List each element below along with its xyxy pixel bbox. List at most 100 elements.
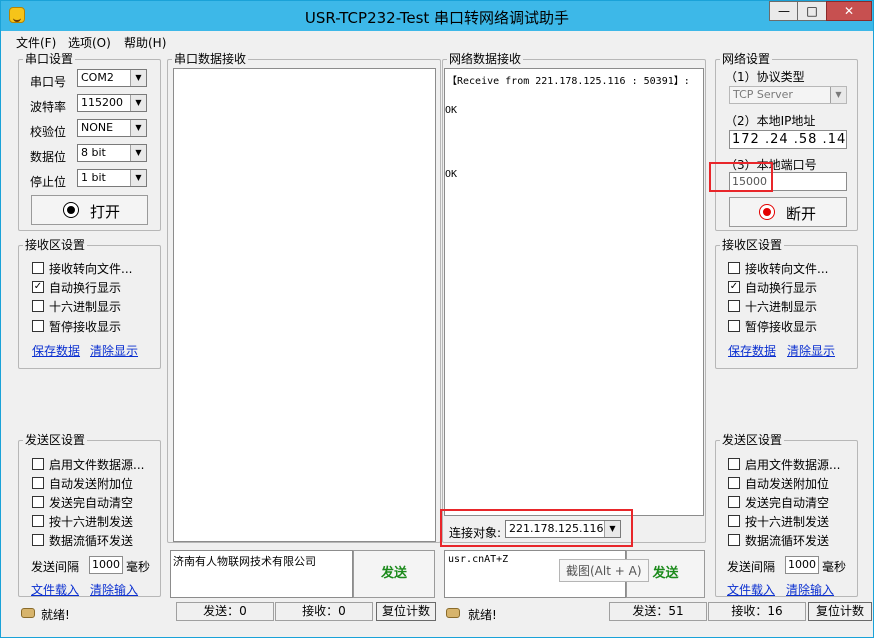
parity-label: 校验位	[30, 125, 67, 139]
left-recv-legend: 接收区设置	[25, 238, 86, 252]
parity-select[interactable]: NONE ▼	[77, 119, 147, 137]
left-load-file-link[interactable]: 文件载入	[31, 581, 79, 598]
left-hex-display-checkbox[interactable]	[32, 300, 44, 312]
serial-recv-legend: 串口数据接收	[174, 52, 247, 66]
right-pause-recv-label: 暂停接收显示	[745, 320, 818, 334]
chevron-down-icon: ▼	[130, 145, 146, 161]
right-recv-to-file-label: 接收转向文件...	[745, 262, 829, 276]
left-hex-display-label: 十六进制显示	[49, 300, 122, 314]
left-hex-send-checkbox[interactable]	[32, 515, 44, 527]
baud-rate-label: 波特率	[30, 100, 67, 114]
right-interval-input[interactable]: 1000	[785, 556, 819, 574]
right-hex-display-checkbox[interactable]	[728, 300, 740, 312]
right-loop-send-checkbox[interactable]	[728, 534, 740, 546]
net-recv-line: 【Receive from 221.178.125.116 : 50391】:	[447, 76, 690, 87]
data-bits-select[interactable]: 8 bit ▼	[77, 144, 147, 162]
left-recv-to-file-label: 接收转向文件...	[49, 262, 133, 276]
left-file-source-checkbox[interactable]	[32, 458, 44, 470]
left-auto-append-label: 自动发送附加位	[49, 477, 134, 491]
right-auto-wrap-checkbox[interactable]: ✓	[728, 281, 740, 293]
left-hex-send-label: 按十六进制发送	[49, 515, 134, 529]
right-reset-count-button[interactable]: 复位计数	[808, 602, 872, 621]
right-sent-count: 发送：51	[609, 602, 707, 621]
left-reset-count-button[interactable]: 复位计数	[376, 602, 436, 621]
serial-port-label: 串口号	[30, 75, 67, 89]
right-pause-recv-checkbox[interactable]	[728, 320, 740, 332]
right-clear-display-link[interactable]: 清除显示	[787, 342, 835, 359]
chevron-down-icon: ▼	[830, 87, 846, 103]
serial-recv-textarea[interactable]	[173, 68, 436, 542]
left-send-legend: 发送区设置	[25, 433, 86, 447]
left-auto-append-checkbox[interactable]	[32, 477, 44, 489]
left-pause-recv-checkbox[interactable]	[32, 320, 44, 332]
right-auto-clear-checkbox[interactable]	[728, 496, 740, 508]
right-hex-send-checkbox[interactable]	[728, 515, 740, 527]
right-load-file-link[interactable]: 文件载入	[727, 581, 775, 598]
left-status-ready: 就绪!	[41, 608, 70, 622]
left-interval-unit: 毫秒	[126, 560, 151, 574]
right-file-source-label: 启用文件数据源...	[745, 458, 841, 472]
right-save-data-link[interactable]: 保存数据	[728, 342, 776, 359]
right-hex-send-label: 按十六进制发送	[745, 515, 830, 529]
baud-rate-select[interactable]: 115200 ▼	[77, 94, 147, 112]
right-auto-clear-label: 发送完自动清空	[745, 496, 830, 510]
left-save-data-link[interactable]: 保存数据	[32, 342, 80, 359]
right-recv-count: 接收：16	[708, 602, 806, 621]
left-auto-wrap-checkbox[interactable]: ✓	[32, 281, 44, 293]
left-clear-input-link[interactable]: 清除输入	[90, 581, 138, 598]
left-auto-clear-label: 发送完自动清空	[49, 496, 134, 510]
left-pause-recv-label: 暂停接收显示	[49, 320, 122, 334]
right-status-ready: 就绪!	[468, 608, 497, 622]
left-clear-display-link[interactable]: 清除显示	[90, 342, 138, 359]
serial-settings-legend: 串口设置	[25, 52, 74, 66]
right-file-source-checkbox[interactable]	[728, 458, 740, 470]
right-interval-label: 发送间隔	[727, 560, 776, 574]
net-recv-line: OK	[445, 169, 458, 180]
net-recv-legend: 网络数据接收	[449, 52, 522, 66]
menu-help[interactable]: 帮助(H)	[124, 34, 166, 51]
menu-options[interactable]: 选项(O)	[68, 34, 111, 51]
close-button[interactable]: ✕	[826, 1, 872, 21]
right-auto-wrap-label: 自动换行显示	[745, 281, 818, 295]
left-file-source-label: 启用文件数据源...	[49, 458, 145, 472]
protocol-select[interactable]: TCP Server ▼	[729, 86, 847, 104]
right-recv-legend: 接收区设置	[722, 238, 783, 252]
stop-bits-select[interactable]: 1 bit ▼	[77, 169, 147, 187]
serial-send-textarea[interactable]: 济南有人物联网技术有限公司	[170, 550, 353, 598]
right-auto-append-label: 自动发送附加位	[745, 477, 830, 491]
menu-bar: 文件(F) 选项(O) 帮助(H)	[1, 31, 873, 51]
chevron-down-icon: ▼	[130, 95, 146, 111]
right-clear-input-link[interactable]: 清除输入	[786, 581, 834, 598]
screenshot-tooltip: 截图(Alt + A)	[559, 559, 649, 582]
maximize-button[interactable]: □	[797, 1, 827, 21]
left-interval-label: 发送间隔	[31, 560, 80, 574]
menu-file[interactable]: 文件(F)	[16, 34, 56, 51]
left-loop-send-checkbox[interactable]	[32, 534, 44, 546]
right-recv-to-file-checkbox[interactable]	[728, 262, 740, 274]
left-interval-input[interactable]: 1000	[89, 556, 123, 574]
left-recv-count: 接收：0	[275, 602, 373, 621]
hand-icon	[446, 608, 460, 618]
disconnect-button[interactable]: 断开	[729, 197, 847, 227]
title-bar[interactable]: USR-TCP232-Test 串口转网络调试助手 — □ ✕	[1, 1, 873, 31]
net-recv-textarea[interactable]: 【Receive from 221.178.125.116 : 50391】: …	[444, 68, 704, 516]
open-port-button[interactable]: 打开	[31, 195, 148, 225]
net-settings-legend: 网络设置	[722, 52, 771, 66]
net-recv-line: OK	[445, 105, 458, 116]
chevron-down-icon: ▼	[130, 170, 146, 186]
highlight-box	[440, 509, 633, 547]
window-title: USR-TCP232-Test 串口转网络调试助手	[304, 9, 570, 27]
minimize-button[interactable]: —	[769, 1, 799, 21]
right-hex-display-label: 十六进制显示	[745, 300, 818, 314]
right-auto-append-checkbox[interactable]	[728, 477, 740, 489]
left-auto-clear-checkbox[interactable]	[32, 496, 44, 508]
stop-bits-label: 停止位	[30, 175, 67, 189]
left-recv-to-file-checkbox[interactable]	[32, 262, 44, 274]
serial-send-button[interactable]: 发送	[353, 550, 435, 598]
serial-port-select[interactable]: COM2 ▼	[77, 69, 147, 87]
chevron-down-icon: ▼	[130, 120, 146, 136]
local-ip-input[interactable]: 172 .24 .58 .140	[729, 130, 847, 149]
right-send-legend: 发送区设置	[722, 433, 783, 447]
left-sent-count: 发送：0	[176, 602, 274, 621]
right-loop-send-label: 数据流循环发送	[745, 534, 830, 548]
